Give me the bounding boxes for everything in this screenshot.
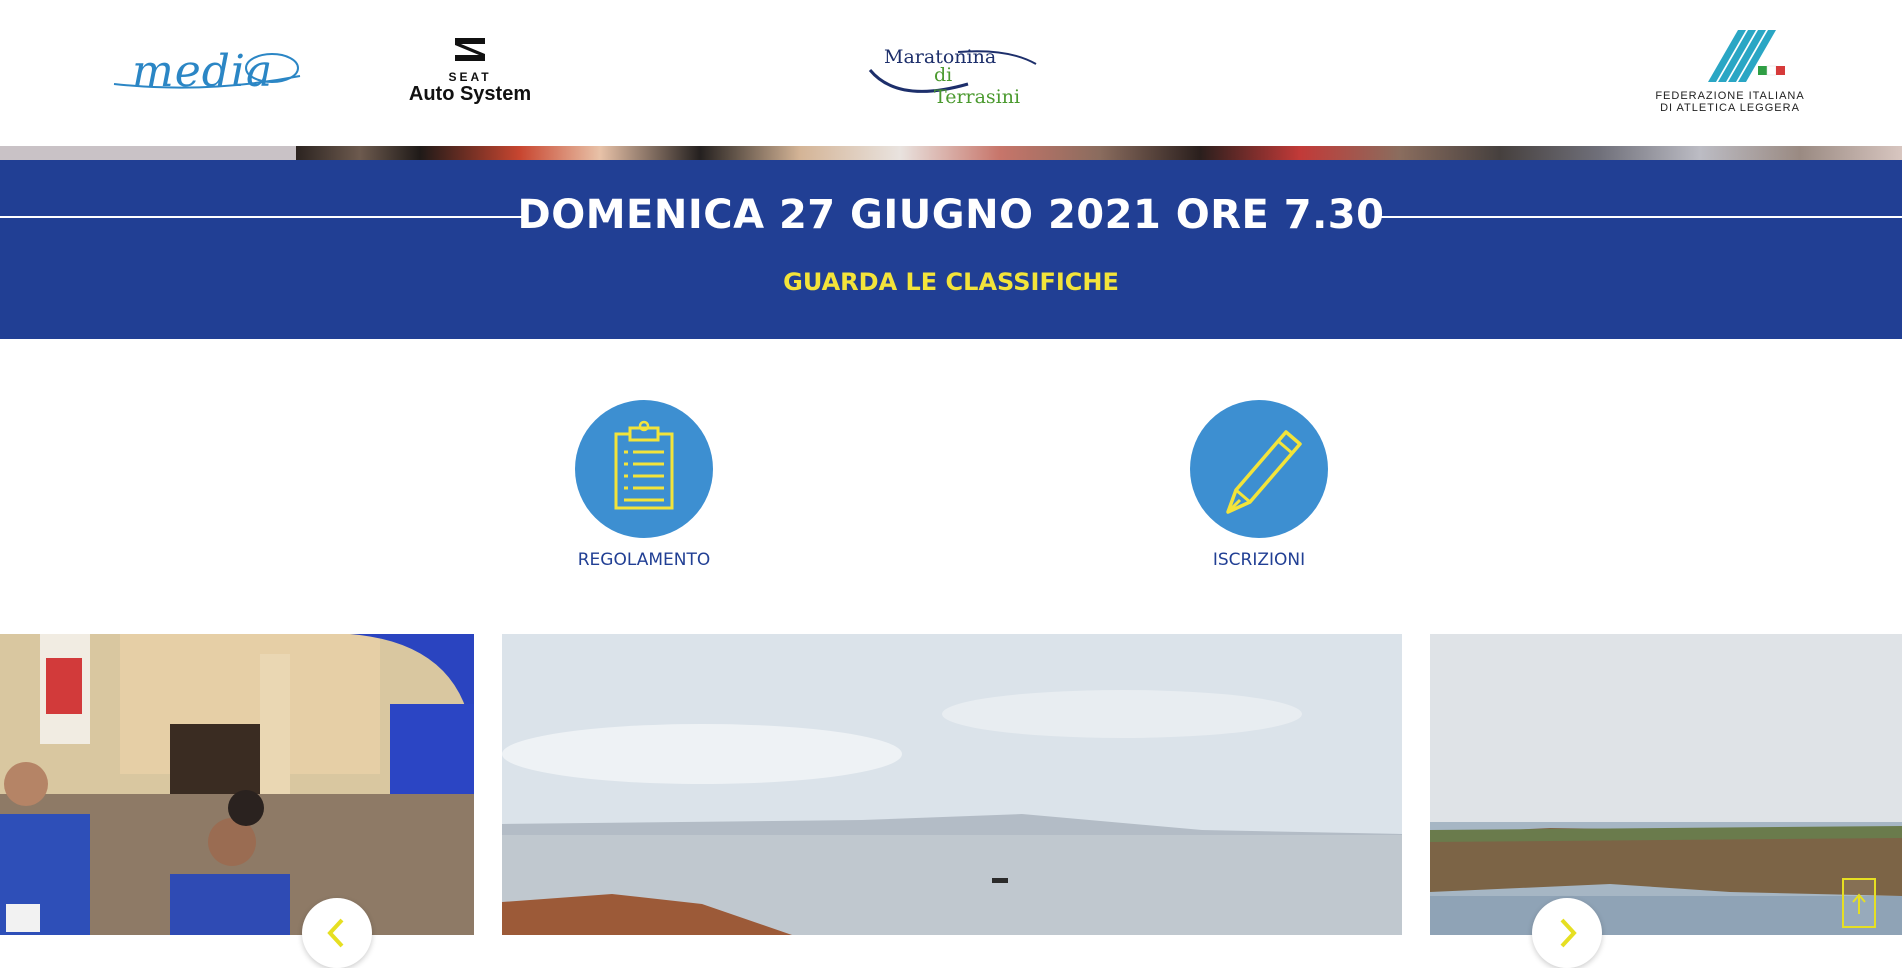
iscrizioni-circle (1190, 400, 1328, 538)
fidal-logo[interactable]: FEDERAZIONE ITALIANA DI ATLETICA LEGGERA (1650, 28, 1810, 114)
coast-sea-photo (502, 634, 1402, 935)
regolamento-circle (575, 400, 713, 538)
regolamento-label: REGOLAMENTO (577, 550, 711, 570)
fidal-line2: DI ATLETICA LEGGERA (1660, 102, 1800, 114)
chevron-left-icon (327, 918, 344, 948)
arrow-up-icon (1852, 893, 1866, 914)
event-banner: DOMENICA 27 GIUGNO 2021 ORE 7.30 GUARDA … (0, 160, 1902, 339)
rocky-shore-photo (1430, 634, 1902, 935)
media-logo[interactable]: media (112, 46, 302, 97)
event-date-heading: DOMENICA 27 GIUGNO 2021 ORE 7.30 (517, 192, 1385, 238)
chevron-right-icon (1560, 918, 1577, 948)
maratonina-logo[interactable]: Maratonina di Terrasini (868, 44, 1038, 108)
auto-system-text: Auto System (408, 83, 532, 105)
carousel-slide-shore[interactable] (1430, 634, 1902, 935)
regolamento-button[interactable]: REGOLAMENTO (544, 400, 744, 570)
carousel-slide-coast[interactable] (502, 634, 1402, 935)
fidal-line1: FEDERAZIONE ITALIANA (1655, 90, 1805, 102)
carousel-next-button[interactable] (1532, 898, 1602, 968)
back-to-top-button[interactable] (1842, 878, 1876, 928)
carousel-prev-button[interactable] (302, 898, 372, 968)
seat-s-icon (455, 38, 485, 61)
results-link[interactable]: GUARDA LE CLASSIFICHE (0, 268, 1902, 296)
terrasini-text: di Terrasini (934, 64, 1021, 108)
iscrizioni-label: ISCRIZIONI (1212, 550, 1306, 570)
pencil-icon (1226, 430, 1302, 514)
clipboard-icon (614, 420, 674, 510)
iscrizioni-button[interactable]: ISCRIZIONI (1159, 400, 1359, 570)
seat-brand-text: SEAT (448, 70, 492, 84)
seat-auto-system-logo[interactable]: SEAT Auto System (390, 34, 550, 106)
media-logo-text: media (132, 46, 274, 97)
carousel-slide-runners[interactable] (0, 634, 474, 935)
hero-photo-strip (0, 146, 1902, 160)
sponsor-bar: media SEAT Auto System Maratonina di Ter… (0, 0, 1902, 146)
runners-finish-photo (0, 634, 474, 935)
fidal-stripes-icon (1708, 30, 1785, 82)
